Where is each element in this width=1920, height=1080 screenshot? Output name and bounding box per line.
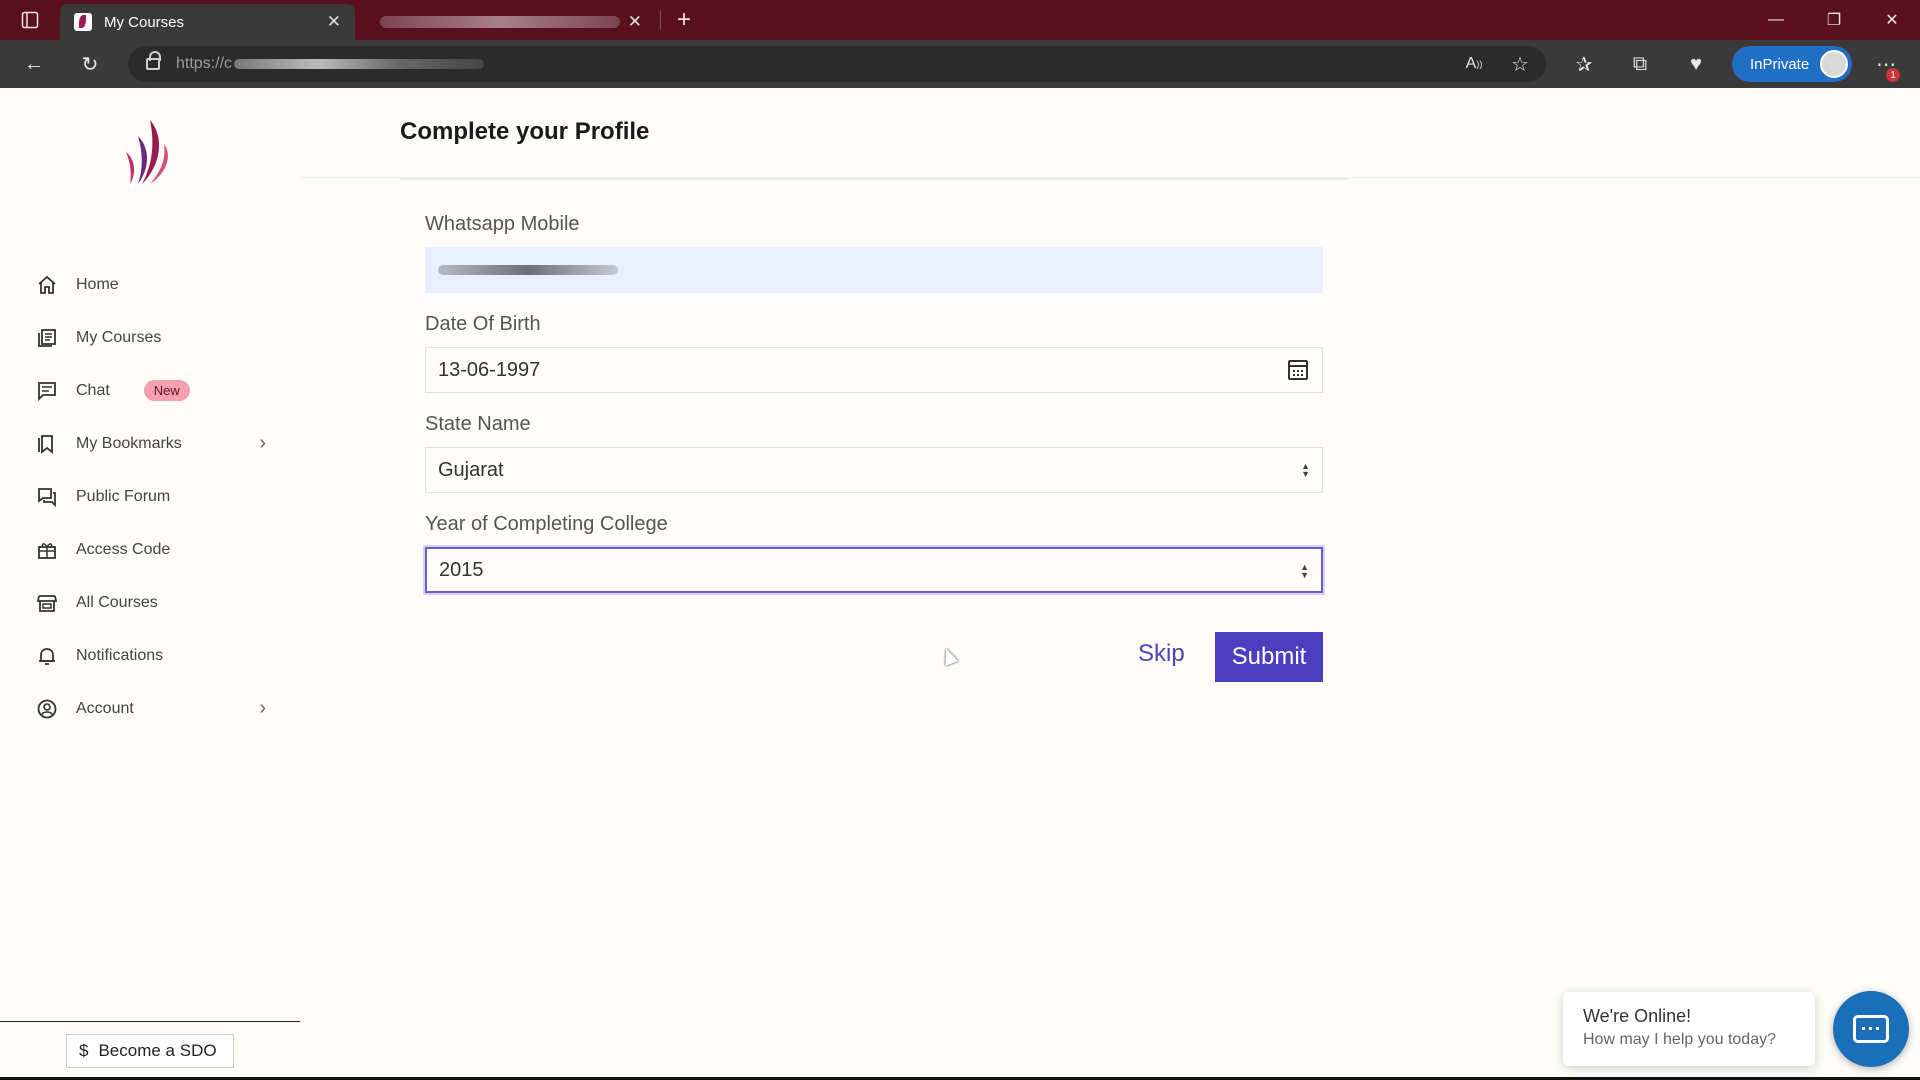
sidebar-item-label: My Bookmarks <box>76 434 182 452</box>
sidebar-item-account[interactable]: Account › <box>36 682 266 735</box>
year-label: Year of Completing College <box>425 513 668 535</box>
user-circle-icon <box>36 698 58 720</box>
title-divider <box>400 177 1348 180</box>
sidebar-item-label: Public Forum <box>76 487 171 505</box>
more-options-icon[interactable]: ⋯ 1 <box>1868 46 1904 82</box>
close-tab-icon[interactable]: ✕ <box>327 12 341 32</box>
select-arrows-icon: ▲ ▼ <box>1301 461 1310 479</box>
sidebar-item-my-bookmarks[interactable]: My Bookmarks › <box>36 417 266 470</box>
chat-launcher-button[interactable] <box>1833 991 1909 1067</box>
address-bar[interactable]: https://c <box>128 46 1546 82</box>
submit-button[interactable]: Submit <box>1215 632 1323 682</box>
tab-divider <box>660 10 661 30</box>
favorites-icon[interactable]: ✰ <box>1566 46 1602 82</box>
sidebar: Home My Courses Chat New My Bookmarks › <box>0 88 300 1080</box>
home-icon <box>36 274 58 296</box>
courses-icon <box>36 327 58 349</box>
browser-essentials-icon[interactable]: ♥ <box>1678 46 1714 82</box>
sidebar-item-label: Access Code <box>76 540 171 558</box>
skip-button[interactable]: Skip <box>1138 640 1185 668</box>
become-sdo-label: Become a SDO <box>98 1041 217 1060</box>
sidebar-item-notifications[interactable]: Notifications <box>36 629 266 682</box>
forum-icon <box>36 486 58 508</box>
new-tab-button[interactable]: + <box>668 4 700 36</box>
brand-logo-icon[interactable] <box>120 118 172 186</box>
state-label: State Name <box>425 413 531 435</box>
tab-other[interactable]: ✕ <box>366 4 656 40</box>
dollar-icon: $ <box>79 1041 89 1060</box>
back-icon[interactable]: ← <box>16 46 52 82</box>
sidebar-item-my-courses[interactable]: My Courses <box>36 311 266 364</box>
dob-value: 13-06-1997 <box>438 358 541 381</box>
chevron-right-icon[interactable]: › <box>259 697 266 720</box>
tab-title: My Courses <box>104 13 185 31</box>
close-tab-icon[interactable]: ✕ <box>628 12 642 32</box>
whatsapp-value-blurred <box>438 265 618 275</box>
sidebar-divider <box>0 1021 300 1022</box>
sidebar-item-chat[interactable]: Chat New <box>36 364 266 417</box>
sidebar-item-label: Notifications <box>76 646 164 664</box>
sidebar-item-all-courses[interactable]: All Courses <box>36 576 266 629</box>
collections-icon[interactable]: ⧉ <box>1622 46 1658 82</box>
year-value: 2015 <box>439 558 484 581</box>
store-icon <box>36 592 58 614</box>
url-blurred <box>234 59 485 69</box>
chat-icon <box>36 380 58 402</box>
sidebar-item-label: My Courses <box>76 328 162 346</box>
read-aloud-icon[interactable]: A)) <box>1456 46 1492 82</box>
close-window-button[interactable]: ✕ <box>1864 0 1920 40</box>
sidebar-item-label: Home <box>76 275 119 293</box>
mouse-cursor-icon <box>939 646 959 666</box>
url-text: https://c <box>176 55 233 72</box>
tab-title-blurred <box>380 16 620 28</box>
lock-icon <box>146 51 161 70</box>
page-title: Complete your Profile <box>400 118 650 145</box>
sidebar-item-label: Chat <box>76 381 110 399</box>
notification-badge: 1 <box>1886 68 1900 82</box>
sidebar-item-public-forum[interactable]: Public Forum <box>36 470 266 523</box>
add-favorite-icon[interactable]: ☆ <box>1502 46 1538 82</box>
dob-input[interactable]: 13-06-1997 <box>425 347 1323 393</box>
restore-button[interactable]: ❐ <box>1806 0 1862 40</box>
sidebar-item-home[interactable]: Home <box>36 258 266 311</box>
calendar-icon[interactable] <box>1288 360 1308 380</box>
select-arrows-icon: ▲ ▼ <box>1300 562 1309 580</box>
sidebar-item-access-code[interactable]: Access Code <box>36 523 266 576</box>
whatsapp-input[interactable] <box>425 247 1323 293</box>
browser-tab-bar: My Courses ✕ ✕ + — ❐ ✕ <box>0 0 1920 40</box>
become-sdo-button[interactable]: $ Become a SDO <box>66 1034 234 1068</box>
state-value: Gujarat <box>438 458 504 481</box>
sidebar-item-label: Account <box>76 699 134 717</box>
new-badge: New <box>143 380 190 401</box>
browser-toolbar: ← ↻ https://c A)) ☆ ✰ ⧉ ♥ InPrivate ⋯ 1 <box>0 40 1920 88</box>
year-select[interactable]: 2015 ▲ ▼ <box>425 547 1323 593</box>
dob-label: Date Of Birth <box>425 313 541 335</box>
profile-avatar <box>1820 50 1848 78</box>
tab-my-courses[interactable]: My Courses ✕ <box>60 4 355 40</box>
gift-icon <box>36 539 58 561</box>
chat-prompt-title: We're Online! <box>1583 1006 1692 1026</box>
site-favicon-icon <box>74 13 92 31</box>
chat-bubble-icon <box>1853 1015 1889 1043</box>
sidebar-nav: Home My Courses Chat New My Bookmarks › <box>36 258 266 735</box>
bookmark-icon <box>36 433 58 455</box>
inprivate-label: InPrivate <box>1750 55 1810 73</box>
tab-actions-icon[interactable] <box>2 0 58 40</box>
sidebar-item-label: All Courses <box>76 593 158 611</box>
chevron-right-icon[interactable]: › <box>259 432 266 455</box>
state-select[interactable]: Gujarat ▲ ▼ <box>425 447 1323 493</box>
chat-prompt-bubble[interactable]: We're Online! How may I help you today? <box>1563 992 1815 1066</box>
whatsapp-label: Whatsapp Mobile <box>425 213 580 235</box>
bell-icon <box>36 645 58 667</box>
inprivate-button[interactable]: InPrivate <box>1732 46 1852 82</box>
refresh-icon[interactable]: ↻ <box>72 46 108 82</box>
chat-prompt-subtitle: How may I help you today? <box>1583 1031 1776 1048</box>
minimize-button[interactable]: — <box>1748 0 1804 40</box>
